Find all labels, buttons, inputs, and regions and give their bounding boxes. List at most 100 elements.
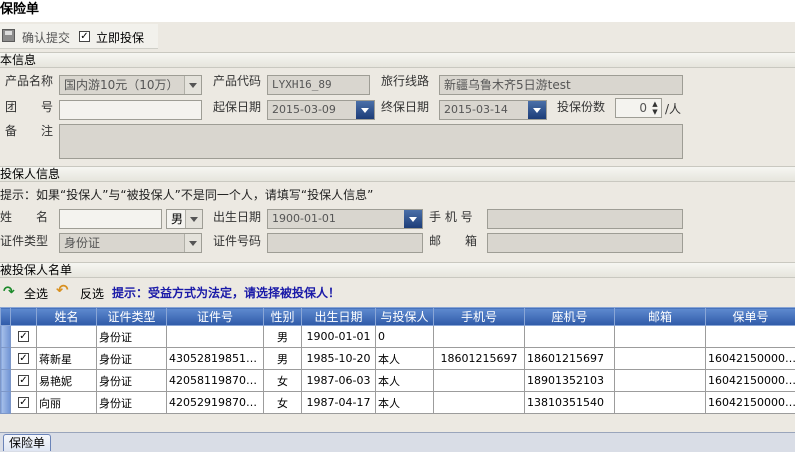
col-header-phone[interactable]: 座机号 xyxy=(525,308,615,326)
row-checkbox[interactable]: ✓ xyxy=(18,331,29,342)
cell-email[interactable] xyxy=(615,392,706,414)
row-checkbox[interactable]: ✓ xyxy=(18,353,29,364)
end-date-input[interactable]: 2015-03-14 xyxy=(439,100,547,120)
route-field[interactable]: 新疆乌鲁木齐5日游test xyxy=(439,75,683,95)
applicant-name-input[interactable] xyxy=(59,209,162,229)
col-header-name[interactable]: 姓名 xyxy=(37,308,97,326)
mobile-input[interactable] xyxy=(487,209,683,229)
row-header[interactable] xyxy=(1,392,11,414)
col-header-birth[interactable]: 出生日期 xyxy=(302,308,376,326)
cell-name[interactable]: 向丽 xyxy=(37,392,97,414)
cell-id-no[interactable] xyxy=(167,326,264,348)
cell-gender[interactable]: 女 xyxy=(264,370,302,392)
id-no-input[interactable] xyxy=(267,233,423,253)
row-header[interactable] xyxy=(1,370,11,392)
save-icon[interactable] xyxy=(2,29,15,42)
email-label: 邮 箱 xyxy=(429,232,477,249)
cell-mobile[interactable]: 18601215697 xyxy=(434,348,525,370)
col-header-id-no[interactable]: 证件号 xyxy=(167,308,264,326)
cell-relation[interactable]: 本人 xyxy=(376,370,434,392)
cell-mobile[interactable] xyxy=(434,370,525,392)
cell-birth[interactable]: 1987-04-17 xyxy=(302,392,376,414)
cell-id-no[interactable]: 42052919870… xyxy=(167,392,264,414)
product-code-field[interactable]: LYXH16_89 xyxy=(267,75,370,95)
product-name-select[interactable]: 国内游10元（10万） xyxy=(59,75,202,95)
cell-id-type[interactable]: 身份证 xyxy=(97,370,167,392)
cell-relation[interactable]: 本人 xyxy=(376,348,434,370)
table-row[interactable]: ✓ 蒋新星 身份证 43052819851… 男 1985-10-20 本人 1… xyxy=(1,348,795,370)
row-header[interactable] xyxy=(1,326,11,348)
invert-select-button[interactable]: 反选 xyxy=(80,285,104,302)
cell-gender[interactable]: 男 xyxy=(264,326,302,348)
cell-name[interactable] xyxy=(37,326,97,348)
cell-policy[interactable] xyxy=(706,326,795,348)
chevron-down-icon[interactable] xyxy=(184,234,201,252)
col-header-relation[interactable]: 与投保人 xyxy=(376,308,434,326)
calendar-icon[interactable] xyxy=(528,101,546,119)
cell-mobile[interactable] xyxy=(434,392,525,414)
id-type-value: 身份证 xyxy=(64,236,100,250)
row-checkbox[interactable]: ✓ xyxy=(18,397,29,408)
row-checkbox[interactable]: ✓ xyxy=(18,375,29,386)
confirm-submit-button[interactable]: 确认提交 xyxy=(22,29,70,46)
id-type-select[interactable]: 身份证 xyxy=(59,233,202,253)
applicant-birth-value: 1900-01-01 xyxy=(272,212,336,225)
cell-gender[interactable]: 女 xyxy=(264,392,302,414)
table-row[interactable]: ✓ 向丽 身份证 42052919870… 女 1987-04-17 本人 13… xyxy=(1,392,795,414)
cell-policy[interactable]: 16042150000… xyxy=(706,392,795,414)
col-header-email[interactable]: 邮箱 xyxy=(615,308,706,326)
cell-id-type[interactable]: 身份证 xyxy=(97,392,167,414)
table-row[interactable]: ✓ 身份证 男 1900-01-01 0 xyxy=(1,326,795,348)
select-all-button[interactable]: 全选 xyxy=(24,285,48,302)
cell-policy[interactable]: 16042150000… xyxy=(706,348,795,370)
cell-email[interactable] xyxy=(615,326,706,348)
cell-name[interactable]: 易艳妮 xyxy=(37,370,97,392)
cell-phone[interactable]: 18601215697 xyxy=(525,348,615,370)
col-header-policy[interactable]: 保单号 xyxy=(706,308,795,326)
cell-birth[interactable]: 1900-01-01 xyxy=(302,326,376,348)
group-no-input[interactable] xyxy=(59,100,202,120)
end-date-value: 2015-03-14 xyxy=(444,103,508,116)
cell-email[interactable] xyxy=(615,370,706,392)
calendar-icon[interactable] xyxy=(404,210,422,228)
cell-policy[interactable]: 16042150000… xyxy=(706,370,795,392)
cell-phone[interactable] xyxy=(525,326,615,348)
row-header[interactable] xyxy=(1,348,11,370)
cell-birth[interactable]: 1985-10-20 xyxy=(302,348,376,370)
select-all-icon[interactable]: ↷ xyxy=(3,286,19,298)
cell-id-no[interactable]: 43052819851… xyxy=(167,348,264,370)
chevron-down-icon[interactable] xyxy=(184,76,201,94)
cell-mobile[interactable] xyxy=(434,326,525,348)
gender-select[interactable]: 男 xyxy=(166,209,203,229)
cell-id-no[interactable]: 42058119870… xyxy=(167,370,264,392)
tab-policy[interactable]: 保险单 xyxy=(3,434,51,451)
immediate-checkbox[interactable]: ✓ xyxy=(79,31,90,42)
row-checkbox-cell[interactable]: ✓ xyxy=(11,370,37,392)
email-input[interactable] xyxy=(487,233,683,253)
cell-gender[interactable]: 男 xyxy=(264,348,302,370)
cell-relation[interactable]: 0 xyxy=(376,326,434,348)
cell-email[interactable] xyxy=(615,348,706,370)
col-header-id-type[interactable]: 证件类型 xyxy=(97,308,167,326)
cell-birth[interactable]: 1987-06-03 xyxy=(302,370,376,392)
col-header-gender[interactable]: 性别 xyxy=(264,308,302,326)
applicant-birth-input[interactable]: 1900-01-01 xyxy=(267,209,423,229)
invert-icon[interactable]: ↶ xyxy=(56,283,74,297)
cell-phone[interactable]: 18901352103 xyxy=(525,370,615,392)
start-date-input[interactable]: 2015-03-09 xyxy=(267,100,375,120)
table-row[interactable]: ✓ 易艳妮 身份证 42058119870… 女 1987-06-03 本人 1… xyxy=(1,370,795,392)
cell-relation[interactable]: 本人 xyxy=(376,392,434,414)
row-checkbox-cell[interactable]: ✓ xyxy=(11,392,37,414)
cell-id-type[interactable]: 身份证 xyxy=(97,326,167,348)
row-checkbox-cell[interactable]: ✓ xyxy=(11,348,37,370)
col-header-mobile[interactable]: 手机号 xyxy=(434,308,525,326)
cell-id-type[interactable]: 身份证 xyxy=(97,348,167,370)
row-checkbox-cell[interactable]: ✓ xyxy=(11,326,37,348)
calendar-icon[interactable] xyxy=(356,101,374,119)
chevron-down-icon[interactable] xyxy=(185,210,202,228)
stepper-arrows-icon[interactable]: ▲▼ xyxy=(650,100,660,116)
cell-phone[interactable]: 13810351540 xyxy=(525,392,615,414)
copies-stepper[interactable]: 0 ▲▼ xyxy=(615,98,662,118)
cell-name[interactable]: 蒋新星 xyxy=(37,348,97,370)
remark-textarea[interactable] xyxy=(59,124,683,159)
